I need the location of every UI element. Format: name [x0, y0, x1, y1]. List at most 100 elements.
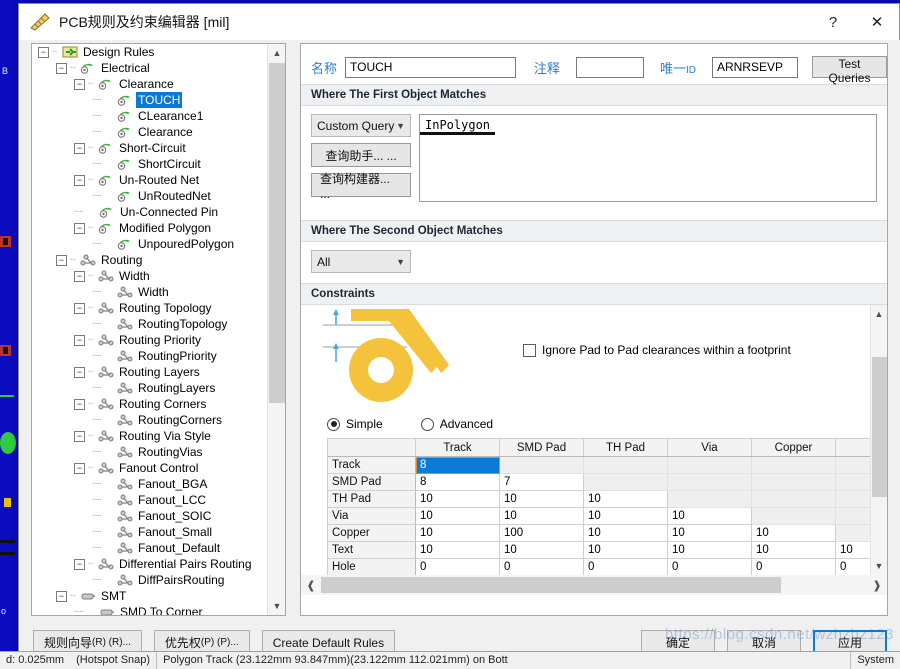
- radio-simple[interactable]: Simple: [327, 417, 383, 431]
- tree-item-smt[interactable]: − ·· SMT: [32, 588, 268, 604]
- tree-expander-icon[interactable]: −: [74, 430, 85, 442]
- tree-item-design-rules[interactable]: − ·· Design Rules: [32, 44, 268, 60]
- tree-item-clearance[interactable]: − ·· Clearance: [32, 76, 268, 92]
- tree-expander-icon[interactable]: −: [74, 174, 85, 186]
- hsb-thumb[interactable]: [321, 577, 781, 593]
- tree-item-routing[interactable]: − ·· Routing: [32, 252, 268, 268]
- matrix-cell[interactable]: 10: [583, 524, 668, 542]
- matrix-cell[interactable]: [835, 507, 870, 525]
- matrix-cell[interactable]: [751, 473, 836, 491]
- matrix-column-header[interactable]: [835, 438, 870, 457]
- scroll-down-icon[interactable]: ▼: [871, 557, 887, 575]
- ignore-pad-to-pad-row[interactable]: Ignore Pad to Pad clearances within a fo…: [523, 343, 791, 357]
- tree-item-fanout-bga[interactable]: ···· Fanout_BGA: [32, 476, 268, 492]
- matrix-cell[interactable]: 10: [583, 490, 668, 508]
- help-button[interactable]: ?: [811, 4, 855, 40]
- matrix-cell[interactable]: 10: [415, 524, 500, 542]
- scroll-down-icon[interactable]: ▼: [268, 597, 285, 615]
- query-helper-button[interactable]: 查询助手... ...: [311, 143, 411, 167]
- tree-item-routing-layers[interactable]: − ·· Routing Layers: [32, 364, 268, 380]
- tree-item-electrical[interactable]: − ·· Electrical: [32, 60, 268, 76]
- matrix-column-header[interactable]: Copper: [751, 438, 836, 457]
- matrix-cell[interactable]: 7: [499, 473, 584, 491]
- tree-item-diffpairsrouting[interactable]: ···· DiffPairsRouting: [32, 572, 268, 588]
- matrix-cell[interactable]: 10: [835, 541, 870, 559]
- unique-id-input[interactable]: [711, 56, 798, 78]
- hsb-track[interactable]: [321, 575, 867, 595]
- test-queries-button[interactable]: Test Queries: [811, 56, 887, 85]
- matrix-column-header[interactable]: TH Pad: [583, 438, 668, 457]
- tree-item-un-connected-pin[interactable]: ···· Un-Connected Pin: [32, 204, 268, 220]
- matrix-cell[interactable]: 100: [499, 524, 584, 542]
- matrix-cell[interactable]: 10: [751, 524, 836, 542]
- tree-item-routing-topology[interactable]: − ·· Routing Topology: [32, 300, 268, 316]
- tree-item-clearance[interactable]: ···· Clearance: [32, 124, 268, 140]
- tree-expander-icon[interactable]: −: [74, 334, 85, 346]
- matrix-cell[interactable]: 8: [415, 456, 500, 474]
- tree-expander-icon[interactable]: −: [56, 62, 67, 74]
- matrix-cell[interactable]: 0: [583, 558, 668, 576]
- matrix-cell[interactable]: 0: [667, 558, 752, 576]
- tree-expander-icon[interactable]: −: [74, 558, 85, 570]
- matrix-row-header[interactable]: Text: [327, 541, 416, 559]
- tree-item-width[interactable]: ···· Width: [32, 284, 268, 300]
- constraints-scrollbar-thumb[interactable]: [872, 357, 887, 497]
- tree-item-width[interactable]: − ·· Width: [32, 268, 268, 284]
- tree-item-fanout-soic[interactable]: ···· Fanout_SOIC: [32, 508, 268, 524]
- scroll-left-icon[interactable]: ❰: [301, 575, 321, 595]
- matrix-row-header[interactable]: SMD Pad: [327, 473, 416, 491]
- tree-expander-icon[interactable]: −: [74, 366, 85, 378]
- tree-expander-icon[interactable]: −: [56, 254, 67, 266]
- radio-simple-indicator[interactable]: [327, 417, 340, 431]
- constraint-mode-radio-group[interactable]: Simple Advanced: [327, 417, 493, 431]
- matrix-cell[interactable]: 10: [415, 507, 500, 525]
- tree-item-routingvias[interactable]: ···· RoutingVias: [32, 444, 268, 460]
- matrix-cell[interactable]: [835, 456, 870, 474]
- close-button[interactable]: ✕: [855, 4, 899, 40]
- matrix-cell[interactable]: 8: [415, 473, 500, 491]
- matrix-cell[interactable]: [835, 473, 870, 491]
- matrix-cell[interactable]: [499, 456, 584, 474]
- matrix-cell[interactable]: [667, 456, 752, 474]
- matrix-cell[interactable]: 10: [583, 541, 668, 559]
- first-object-scope-combo[interactable]: Custom Query ▼: [311, 114, 411, 137]
- second-object-scope-combo[interactable]: All ▼: [311, 250, 411, 273]
- matrix-cell[interactable]: [751, 490, 836, 508]
- query-builder-button[interactable]: 查询构建器... ...: [311, 172, 411, 201]
- tree-item-routingcorners[interactable]: ···· RoutingCorners: [32, 412, 268, 428]
- tree-vertical-scrollbar[interactable]: ▲ ▼: [267, 44, 285, 615]
- tree-expander-icon[interactable]: −: [74, 398, 85, 410]
- tree-expander-icon[interactable]: −: [38, 46, 49, 58]
- matrix-cell[interactable]: [835, 490, 870, 508]
- matrix-row-header[interactable]: Copper: [327, 524, 416, 542]
- radio-advanced-indicator[interactable]: [420, 417, 434, 431]
- matrix-cell[interactable]: 10: [499, 490, 584, 508]
- matrix-cell[interactable]: 10: [415, 541, 500, 559]
- matrix-row-header[interactable]: TH Pad: [327, 490, 416, 508]
- matrix-cell[interactable]: [667, 490, 752, 508]
- matrix-cell[interactable]: 0: [499, 558, 584, 576]
- tree-item-modified-polygon[interactable]: − ·· Modified Polygon: [32, 220, 268, 236]
- matrix-cell[interactable]: [667, 473, 752, 491]
- tree-expander-icon[interactable]: −: [74, 222, 85, 234]
- matrix-column-header[interactable]: Track: [415, 438, 500, 457]
- scroll-up-icon[interactable]: ▲: [268, 44, 285, 62]
- tree-scrollbar-thumb[interactable]: [269, 63, 285, 403]
- first-object-query-textbox[interactable]: InPolygon: [419, 114, 877, 202]
- tree-item-fanout-control[interactable]: − ·· Fanout Control: [32, 460, 268, 476]
- matrix-cell[interactable]: 10: [415, 490, 500, 508]
- tree-item-routing-via-style[interactable]: − ·· Routing Via Style: [32, 428, 268, 444]
- matrix-cell[interactable]: 10: [667, 507, 752, 525]
- matrix-column-header[interactable]: Via: [667, 438, 752, 457]
- matrix-cell[interactable]: 10: [583, 507, 668, 525]
- matrix-column-header[interactable]: SMD Pad: [499, 438, 584, 457]
- tree-item-fanout-default[interactable]: ···· Fanout_Default: [32, 540, 268, 556]
- clearance-matrix-table[interactable]: Track SMD Pad TH Pad Via Copper Track 8 SMD Pa…: [327, 438, 870, 576]
- matrix-cell[interactable]: 10: [499, 541, 584, 559]
- tree-item-routing-priority[interactable]: − ·· Routing Priority: [32, 332, 268, 348]
- tree-item-routingtopology[interactable]: ···· RoutingTopology: [32, 316, 268, 332]
- matrix-cell[interactable]: [835, 524, 870, 542]
- tree-item-clearance1[interactable]: ···· CLearance1: [32, 108, 268, 124]
- tree-item-un-routed-net[interactable]: − ·· Un-Routed Net: [32, 172, 268, 188]
- constraints-vertical-scrollbar[interactable]: ▲ ▼: [870, 305, 887, 595]
